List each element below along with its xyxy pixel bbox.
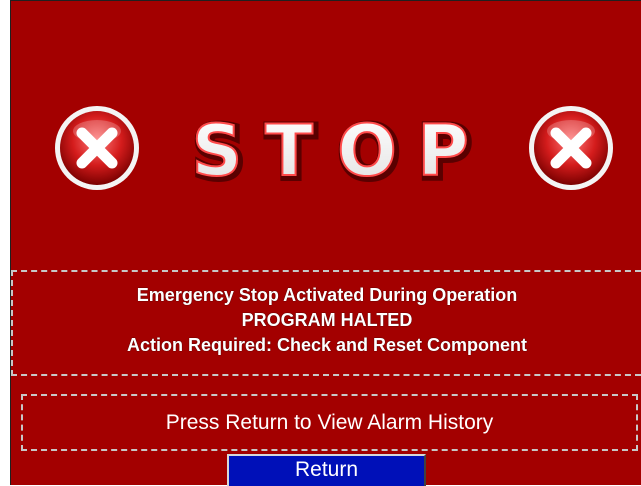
close-x-icon (55, 106, 139, 190)
stop-letter-p: P (417, 111, 468, 191)
alarm-message-line: Emergency Stop Activated During Operatio… (136, 285, 518, 305)
program-halted-text: PROGRAM HALTED (241, 310, 413, 330)
stop-word-graphic: S T O P S T O P (190, 111, 475, 191)
stop-letter-o: O (337, 111, 397, 191)
stop-letter-s: S (192, 111, 242, 191)
alarm-history-prompt: Press Return to View Alarm History (21, 394, 638, 451)
action-required-text: Action Required: Check and Reset Compone… (126, 335, 528, 355)
stop-letter-t: T (265, 111, 313, 191)
close-x-icon (529, 106, 613, 190)
return-button[interactable]: Return (227, 454, 426, 486)
stop-banner: S T O P S T O P (11, 89, 641, 209)
alarm-message-box: Emergency Stop Activated During Operatio… (11, 270, 641, 376)
emergency-stop-panel: S T O P S T O P Emergency Stop Activated… (10, 0, 641, 486)
